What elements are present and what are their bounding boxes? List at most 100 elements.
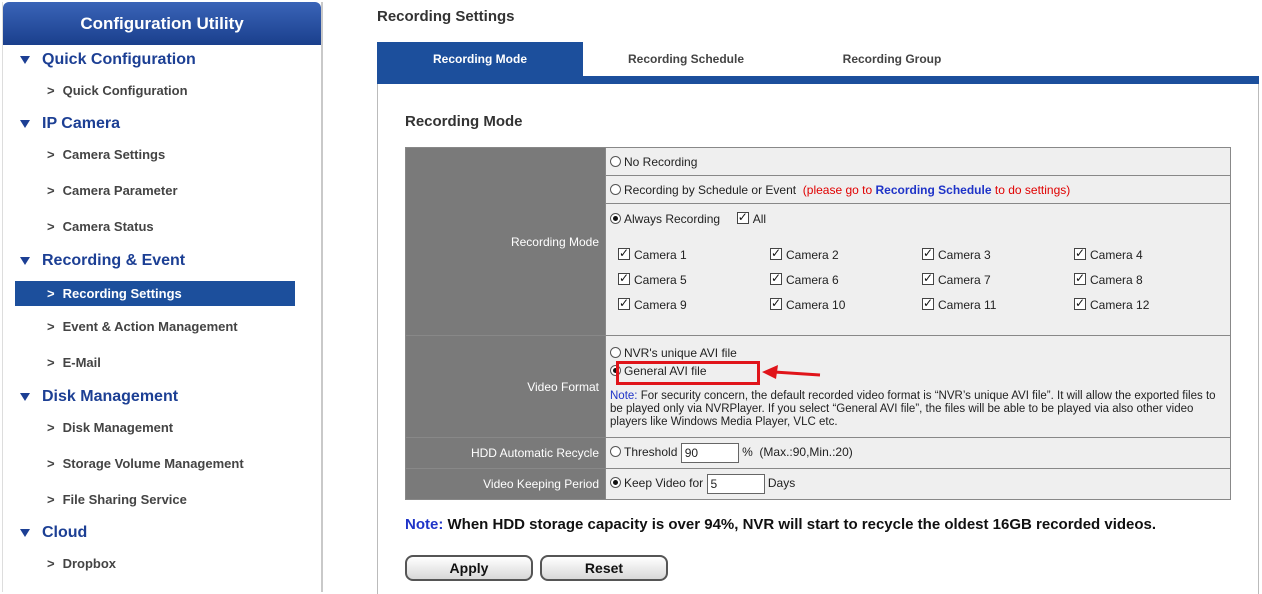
tab-recording-mode[interactable]: Recording Mode [377, 42, 583, 76]
recording-schedule-link[interactable]: Recording Schedule [876, 183, 992, 197]
keep-video-radio[interactable] [610, 477, 621, 489]
row-no-recording: No Recording [605, 147, 1231, 176]
red-arrow-icon [762, 365, 821, 379]
chevron-right-icon: > [47, 182, 55, 198]
schedule-label: Recording by Schedule or Event [624, 182, 797, 197]
camera-checkbox[interactable] [922, 296, 934, 310]
tab-bar: Recording Mode Recording Schedule Record… [377, 42, 1259, 76]
nav-file-sharing-service[interactable]: > File Sharing Service [15, 487, 295, 511]
nav-recording-settings[interactable]: > Recording Settings [15, 281, 295, 306]
camera-item[interactable]: Camera 3 [922, 246, 1074, 262]
always-recording-radio[interactable] [610, 213, 621, 224]
nav-email[interactable]: > E-Mail [15, 350, 295, 374]
chevron-right-icon: > [47, 82, 55, 98]
camera-checkbox[interactable] [618, 246, 630, 260]
schedule-hint-prefix: (please go to [802, 182, 876, 197]
nav-camera-status[interactable]: > Camera Status [15, 214, 295, 238]
section-disk-management[interactable]: Disk Management [18, 385, 178, 409]
section-recording-event[interactable]: Recording & Event [18, 249, 185, 273]
camera-checkbox[interactable] [1074, 296, 1086, 310]
camera-checkbox[interactable] [770, 246, 782, 260]
triangle-down-icon [20, 393, 30, 401]
video-format-label: Video Format [405, 335, 606, 438]
keeping-period-label: Video Keeping Period [405, 468, 606, 500]
apply-button[interactable]: Apply [405, 555, 533, 581]
tab-recording-schedule[interactable]: Recording Schedule [583, 42, 789, 76]
threshold-radio[interactable] [610, 446, 621, 458]
nav-camera-parameter[interactable]: > Camera Parameter [15, 178, 295, 202]
camera-checkbox[interactable] [1074, 246, 1086, 260]
row-schedule: Recording by Schedule or Event (please g… [605, 175, 1231, 204]
nav-disk-management[interactable]: > Disk Management [15, 415, 295, 439]
chevron-right-icon: > [47, 218, 55, 234]
camera-checkbox[interactable] [618, 296, 630, 310]
section-ip-camera[interactable]: IP Camera [18, 112, 120, 136]
video-format-note: Note: For security concern, the default … [610, 390, 1226, 429]
keep-video-days-input[interactable]: 5 [706, 474, 765, 494]
highlight-box [616, 361, 760, 385]
chevron-right-icon: > [47, 318, 55, 334]
chevron-right-icon: > [47, 455, 55, 471]
row-keeping-period: Keep Video for 5 Days [605, 468, 1231, 500]
section-quick-configuration[interactable]: Quick Configuration [18, 48, 196, 72]
camera-item[interactable]: Camera 7 [922, 271, 1074, 287]
threshold-input[interactable]: 90 [680, 443, 739, 463]
camera-item[interactable]: Camera 6 [770, 271, 922, 287]
camera-checkbox[interactable] [770, 271, 782, 285]
chevron-right-icon: > [47, 491, 55, 507]
threshold-label: Threshold [624, 445, 678, 460]
tab-recording-group[interactable]: Recording Group [789, 42, 995, 76]
video-format-note-label: Note: [610, 390, 638, 402]
triangle-down-icon [20, 120, 30, 128]
reset-button[interactable]: Reset [540, 555, 668, 581]
camera-checkbox[interactable] [770, 296, 782, 310]
triangle-down-icon [20, 56, 30, 64]
camera-item[interactable]: Camera 5 [618, 271, 770, 287]
chevron-right-icon: > [47, 354, 55, 370]
no-recording-label: No Recording [624, 154, 698, 169]
camera-item[interactable]: Camera 8 [1074, 271, 1226, 287]
threshold-range: (Max.:90,Min.:20) [759, 445, 853, 460]
schedule-radio[interactable] [610, 183, 621, 195]
camera-item[interactable]: Camera 10 [770, 296, 922, 312]
schedule-hint-suffix: to do settings) [991, 182, 1071, 197]
camera-checkbox[interactable] [1074, 271, 1086, 285]
camera-grid: Camera 1 Camera 2 Camera 3 Camera 4 Came… [610, 244, 1226, 318]
camera-item[interactable]: Camera 12 [1074, 296, 1226, 312]
camera-item[interactable]: Camera 9 [618, 296, 770, 312]
hdd-recycle-label: HDD Automatic Recycle [405, 437, 606, 469]
keep-video-unit: Days [767, 476, 796, 491]
threshold-unit: % [742, 445, 753, 460]
page-title: Recording Settings [377, 8, 515, 25]
all-cameras-checkbox[interactable] [736, 210, 749, 224]
keep-video-label: Keep Video for [624, 476, 704, 491]
all-cameras-label: All [752, 212, 767, 226]
no-recording-radio[interactable] [610, 155, 621, 167]
chevron-right-icon: > [47, 555, 55, 571]
row-always-recording: Always Recording All Camera 1 Camera 2 C… [605, 203, 1231, 336]
bottom-note-text: When HDD storage capacity is over 94%, N… [443, 516, 1157, 533]
nav-camera-settings[interactable]: > Camera Settings [15, 142, 295, 166]
camera-checkbox[interactable] [922, 246, 934, 260]
nvr-unique-avi-radio[interactable] [610, 347, 621, 358]
video-format-note-text: For security concern, the default record… [610, 390, 1216, 428]
tab-underline [377, 76, 1259, 84]
camera-checkbox[interactable] [618, 271, 630, 285]
section-title: Recording Mode [405, 113, 523, 130]
nav-event-action-management[interactable]: > Event & Action Management [15, 314, 295, 338]
sidebar-title: Configuration Utility [3, 2, 321, 45]
chevron-right-icon: > [47, 419, 55, 435]
camera-item[interactable]: Camera 1 [618, 246, 770, 262]
camera-item[interactable]: Camera 4 [1074, 246, 1226, 262]
camera-item[interactable]: Camera 2 [770, 246, 922, 262]
nav-quick-configuration[interactable]: > Quick Configuration [15, 78, 295, 102]
nav-storage-volume-management[interactable]: > Storage Volume Management [15, 451, 295, 475]
chevron-right-icon: > [47, 146, 55, 162]
row-video-format: NVR's unique AVI file General AVI file N… [605, 335, 1231, 438]
camera-item[interactable]: Camera 11 [922, 296, 1074, 312]
section-cloud[interactable]: Cloud [18, 521, 87, 545]
row-hdd-recycle: Threshold 90 % (Max.:90,Min.:20) [605, 437, 1231, 469]
triangle-down-icon [20, 257, 30, 265]
camera-checkbox[interactable] [922, 271, 934, 285]
nav-dropbox[interactable]: > Dropbox [15, 551, 295, 575]
